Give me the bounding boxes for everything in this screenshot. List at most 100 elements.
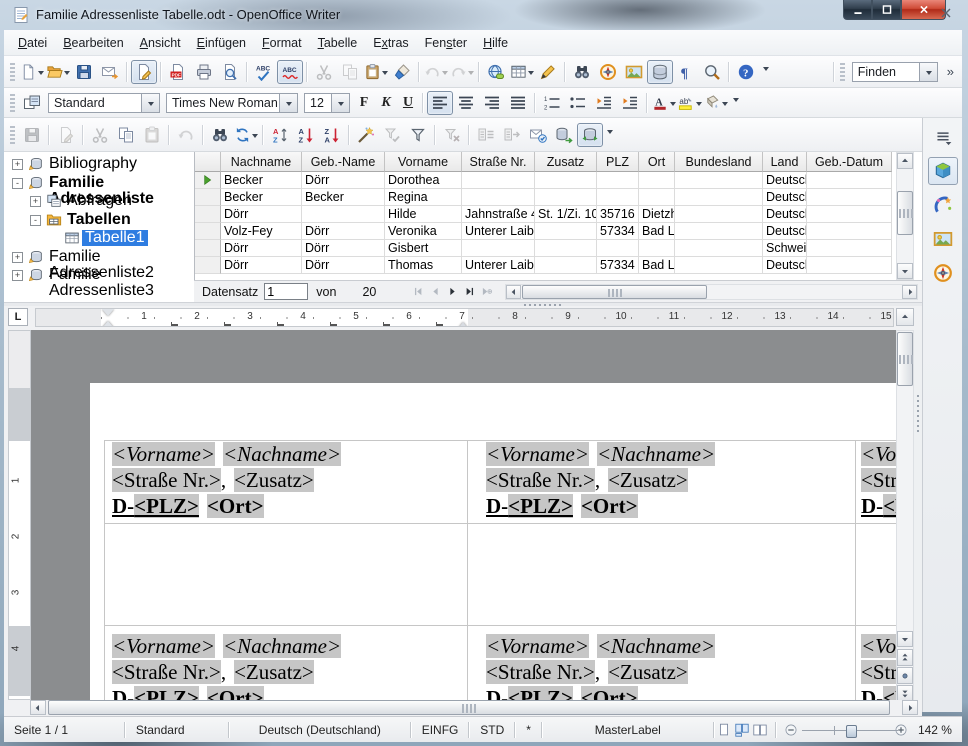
cut-button[interactable] — [311, 60, 337, 84]
underline-button[interactable]: U — [397, 92, 419, 114]
merge-field-vorname[interactable]: <Vorname> — [861, 634, 896, 658]
record-number-input[interactable] — [264, 283, 308, 300]
dropdown-arrow-icon[interactable] — [442, 71, 448, 78]
align-right-button[interactable] — [479, 91, 505, 115]
table-cell[interactable]: Deutschl — [763, 206, 807, 223]
tree-expander[interactable]: - — [30, 215, 41, 226]
merge-field-strasse[interactable]: <Straße Nr.> — [486, 660, 595, 684]
merge-field-vorname[interactable]: <Vorname> — [112, 442, 215, 466]
gallery-button[interactable] — [621, 60, 647, 84]
document-canvas[interactable]: <Vorname><Nachname><Straße Nr.>,<Zusatz>… — [31, 330, 896, 700]
font-color-button[interactable]: A — [651, 91, 677, 115]
toolbar-more-button[interactable] — [603, 124, 615, 146]
multi-page-view-button[interactable] — [733, 721, 751, 739]
scrollbar-thumb[interactable] — [897, 191, 913, 235]
send-email-button[interactable] — [97, 60, 123, 84]
table-cell[interactable]: Veronika — [385, 223, 462, 240]
table-cell[interactable] — [675, 189, 763, 206]
menu-hilfe[interactable]: Hilfe — [475, 33, 516, 53]
paste-button[interactable] — [139, 123, 165, 147]
table-cell[interactable] — [597, 240, 639, 257]
styles-window-button[interactable] — [19, 91, 45, 115]
column-header-ort[interactable]: Ort — [639, 152, 675, 172]
table-cell[interactable]: Deutschl — [763, 172, 807, 189]
table-cell[interactable]: Hilde — [385, 206, 462, 223]
scroll-right-button[interactable] — [902, 700, 918, 715]
merge-field-ort[interactable]: <Ort> — [581, 494, 638, 518]
chevron-down-icon[interactable] — [919, 63, 937, 81]
table-cell[interactable]: Deutschl — [763, 189, 807, 206]
table-cell[interactable]: Dorothea — [385, 172, 462, 189]
table-cell[interactable] — [675, 240, 763, 257]
merge-field-nachname[interactable]: <Nachname> — [597, 634, 715, 658]
table-cell[interactable]: Dörr — [221, 240, 302, 257]
scroll-right-button[interactable] — [902, 285, 917, 299]
menu-ansicht[interactable]: Ansicht — [132, 33, 189, 53]
align-center-button[interactable] — [453, 91, 479, 115]
tab-type-selector[interactable]: L — [8, 308, 28, 326]
row-selector[interactable] — [195, 240, 221, 257]
background-color-button[interactable] — [703, 91, 729, 115]
table-cell[interactable] — [639, 189, 675, 206]
formatting-marks-button[interactable]: ¶ — [673, 60, 699, 84]
standard-filter-button[interactable] — [405, 123, 431, 147]
left-indent-marker[interactable] — [102, 315, 114, 327]
title-bar[interactable]: Familie Adressenliste Tabelle.odt - Open… — [0, 0, 968, 30]
dropdown-arrow-icon[interactable] — [696, 102, 702, 109]
toolbar-grip[interactable] — [840, 63, 845, 81]
zoom-slider[interactable] — [802, 721, 889, 739]
table-cell[interactable]: Becker — [221, 189, 302, 206]
table-cell[interactable] — [597, 189, 639, 206]
status-modified-flag[interactable]: * — [516, 723, 541, 737]
toolbar-grip[interactable] — [10, 63, 15, 81]
merge-field-zusatz[interactable]: <Zusatz> — [234, 660, 314, 684]
sidebar-splitter[interactable] — [914, 330, 922, 700]
address-label[interactable]: <Vorname><Nachname><Straße Nr.>,<Zusatz>… — [112, 633, 462, 700]
chevron-down-icon[interactable] — [279, 94, 297, 112]
tree-item-tabellen[interactable]: Tabellen — [64, 212, 134, 228]
tree-item-familie-adressenliste3[interactable]: Familie Adressenliste3 — [46, 267, 194, 299]
row-selector[interactable] — [195, 257, 221, 274]
tree-expander[interactable]: + — [12, 252, 23, 263]
bold-button[interactable]: F — [353, 92, 375, 114]
italic-button[interactable]: K — [375, 92, 397, 114]
merge-field-nachname[interactable]: <Nachname> — [597, 442, 715, 466]
maximize-button[interactable] — [872, 0, 901, 20]
merge-field-zusatz[interactable]: <Zusatz> — [608, 468, 688, 492]
table-cell[interactable] — [462, 240, 535, 257]
column-header-geb-name[interactable]: Geb.-Name — [302, 152, 385, 172]
scroll-down-button[interactable] — [897, 631, 913, 647]
dropdown-arrow-icon[interactable] — [382, 71, 388, 78]
table-cell[interactable] — [535, 240, 597, 257]
table-cell[interactable] — [807, 257, 892, 274]
table-cell[interactable]: Schweiz — [763, 240, 807, 257]
previous-record-button[interactable] — [427, 283, 444, 300]
decrease-indent-button[interactable] — [591, 91, 617, 115]
table-cell[interactable]: Becker — [302, 189, 385, 206]
zoom-out-button[interactable] — [783, 722, 798, 738]
table-cell[interactable] — [462, 189, 535, 206]
sort-button[interactable]: AZ — [267, 123, 293, 147]
table-cell[interactable] — [675, 223, 763, 240]
navigator-tab[interactable] — [928, 259, 958, 287]
dropdown-arrow-icon[interactable] — [64, 71, 70, 78]
table-cell[interactable] — [675, 172, 763, 189]
dropdown-arrow-icon[interactable] — [528, 71, 534, 78]
font-name-combo[interactable]: Times New Roman — [166, 93, 298, 113]
paragraph-style-combo[interactable]: Standard — [48, 93, 160, 113]
toolbar-more-button[interactable] — [729, 92, 741, 114]
merge-field-strasse[interactable]: <Straße Nr.> — [861, 468, 896, 492]
next-page-button[interactable] — [897, 685, 913, 701]
table-cell[interactable] — [639, 172, 675, 189]
dropdown-arrow-icon[interactable] — [38, 71, 44, 78]
menu-datei[interactable]: Datei — [10, 33, 55, 53]
minimize-button[interactable] — [843, 0, 872, 20]
scrollbar-thumb[interactable] — [897, 332, 913, 386]
table-cell[interactable]: Bad Laa — [639, 257, 675, 274]
address-label[interactable]: <Vorname><Nachname><Straße Nr.>,<Zusatz>… — [486, 441, 836, 519]
row-selector[interactable] — [195, 189, 221, 206]
merge-field-zusatz[interactable]: <Zusatz> — [608, 660, 688, 684]
merge-field-zusatz[interactable]: <Zusatz> — [234, 468, 314, 492]
find-record-button[interactable] — [207, 123, 233, 147]
menu-bearbeiten[interactable]: Bearbeiten — [55, 33, 131, 53]
